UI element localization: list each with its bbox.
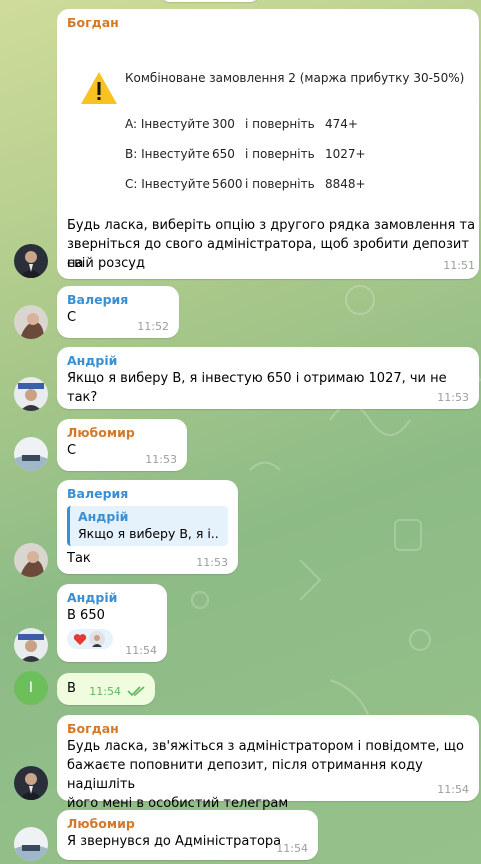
offer-row-a-label: A: Інвестуйте — [125, 117, 210, 131]
offer-row-a-return-label: і поверніть — [245, 117, 315, 131]
message-bubble[interactable]: Любомир Я звернувся до Адміністратора 11… — [57, 810, 318, 860]
message-bubble-clipped — [160, 0, 260, 2]
double-check-icon — [127, 686, 145, 697]
message-bubble[interactable]: Любомир С 11:53 — [57, 419, 187, 471]
sender-name: Валерия — [67, 486, 129, 501]
sender-name: Любомир — [67, 425, 135, 440]
message-time: 11:51 — [443, 259, 475, 272]
avatar-valeria[interactable] — [14, 305, 48, 339]
avatar-lubomyr[interactable] — [14, 437, 48, 471]
sender-name: Богдан — [67, 15, 119, 30]
sender-name: Андрій — [67, 353, 118, 368]
message-time: 11:54 — [437, 783, 469, 796]
offer-row-a-return: 474+ — [325, 117, 358, 131]
sender-name: Валерия — [67, 292, 129, 307]
offer-row-a-invest: 300 — [212, 117, 235, 131]
message-bubble[interactable]: Андрій В 650 11:54 — [57, 584, 167, 662]
offer-row-b-label: B: Інвестуйте — [125, 147, 210, 161]
avatar-lubomyr[interactable] — [14, 827, 48, 861]
heart-icon — [73, 633, 87, 645]
offer-row-c-return-label: і поверніть — [245, 177, 315, 191]
message-bubble[interactable]: Богдан Будь ласка, зв'яжіться з адмініст… — [57, 715, 479, 811]
avatar-andriy[interactable] — [14, 628, 48, 662]
offer-title: Комбіноване замовлення 2 (маржа прибутку… — [125, 71, 465, 85]
offer-row-c-label: C: Інвестуйте — [125, 177, 210, 191]
message-text-line: свій розсуд — [67, 256, 145, 271]
reply-quote[interactable]: Андрій Якщо я виберу В, я і... — [67, 506, 228, 546]
sender-name: Андрій — [67, 590, 118, 605]
reply-text: Якщо я виберу В, я і... — [78, 526, 220, 541]
message-time: 11:53 — [437, 391, 469, 404]
avatar-andriy[interactable] — [14, 377, 48, 411]
message-time: 11:52 — [137, 320, 169, 333]
reactor-avatar-icon — [89, 631, 105, 647]
message-bubble[interactable]: Валерия Андрій Якщо я виберу В, я і... Т… — [57, 480, 238, 574]
message-bubble[interactable]: Валерия С 11:52 — [57, 286, 179, 338]
reply-author: Андрій — [78, 509, 129, 524]
message-text-line: Будь ласка, виберіть опцію з другого ряд… — [67, 218, 476, 233]
message-text: В 650 — [67, 608, 105, 623]
sender-name: Богдан — [67, 721, 119, 736]
sender-name: Любомир — [67, 816, 135, 831]
offer-row-c-invest: 5600 — [212, 177, 243, 191]
avatar-bogdan[interactable] — [14, 766, 48, 800]
avatar-own[interactable]: I — [14, 671, 48, 705]
message-bubble-own[interactable]: B 11:54 — [57, 673, 155, 705]
reaction-chip[interactable] — [67, 629, 113, 649]
offer-row-c-return: 8848+ — [325, 177, 366, 191]
offer-row-b-invest: 650 — [212, 147, 235, 161]
offer-row-b-return-label: і поверніть — [245, 147, 315, 161]
message-time: 11:53 — [196, 556, 228, 569]
avatar-valeria[interactable] — [14, 543, 48, 577]
message-time: 11:54 — [276, 842, 308, 855]
avatar-bogdan[interactable] — [14, 244, 48, 278]
message-time: 11:53 — [145, 453, 177, 466]
warning-icon — [81, 72, 117, 104]
message-time: 11:54 — [125, 644, 157, 657]
message-text-line: Будь ласка, зв'яжіться з адміністратором… — [67, 739, 464, 754]
message-bubble[interactable]: Андрій Якщо я виберу В, я інвестую 650 і… — [57, 347, 479, 409]
message-text: Я звернувся до Адміністратора — [67, 834, 282, 849]
avatar-letter: I — [28, 680, 34, 696]
message-text: Якщо я виберу В, я інвестую 650 і отрима… — [67, 371, 447, 405]
message-time: 11:54 — [89, 685, 121, 698]
offer-row-b-return: 1027+ — [325, 147, 366, 161]
message-text-line: бажаєте поповнити депозит, після отриман… — [67, 758, 423, 792]
